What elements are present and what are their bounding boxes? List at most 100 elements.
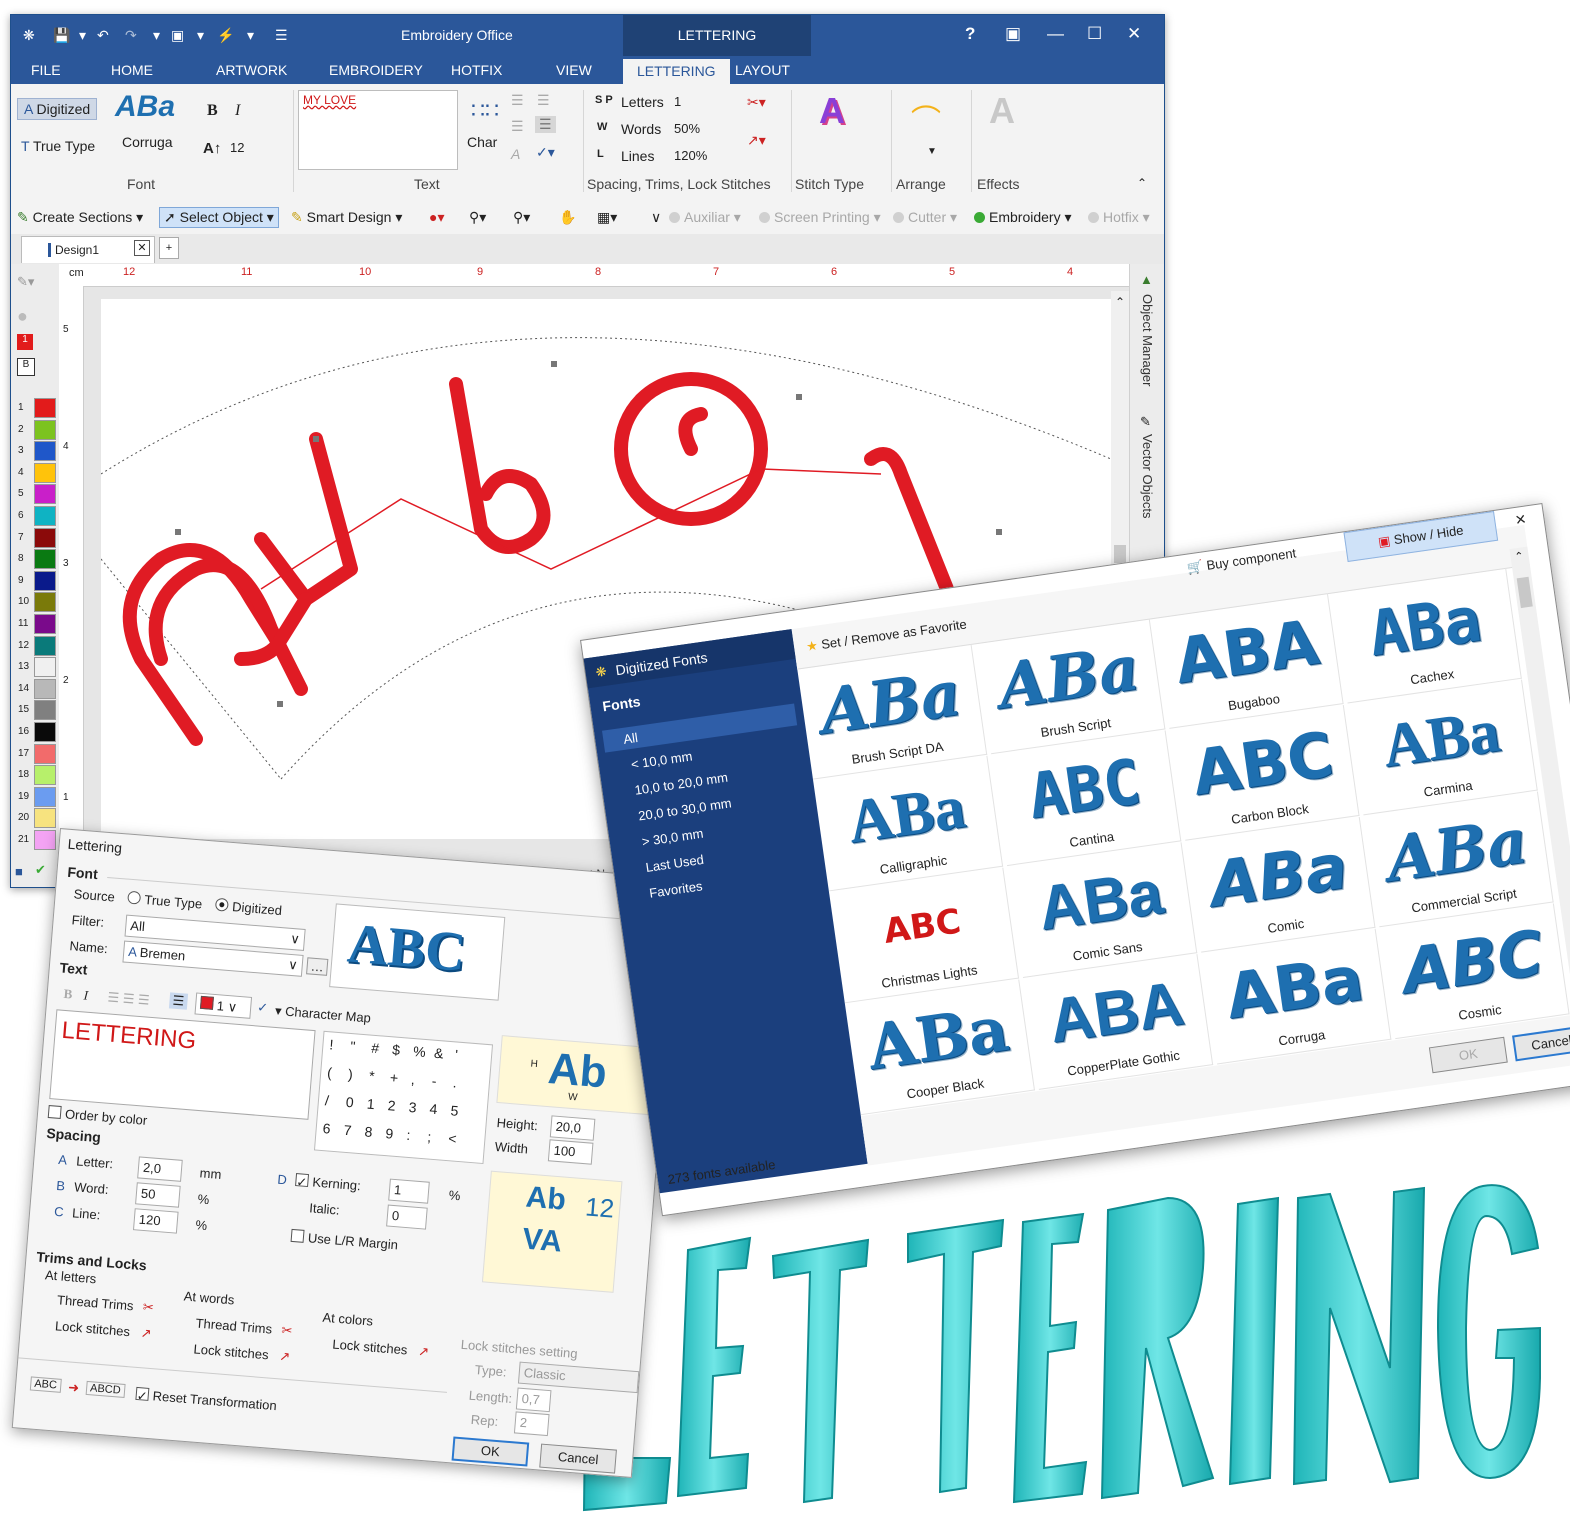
kerning-checkbox[interactable]: ✓ Kerning: — [295, 1173, 361, 1193]
charmap-char[interactable]: * — [368, 1068, 375, 1084]
charmap-char[interactable]: - — [431, 1073, 437, 1089]
char-map-icon[interactable]: ∷∷ — [471, 98, 499, 124]
dropdown-icon[interactable]: ▾ — [153, 27, 160, 44]
charmap-char[interactable]: / — [324, 1092, 329, 1108]
color-swatch[interactable] — [34, 808, 56, 829]
create-sections-button[interactable]: ✎ Create Sections ▾ — [17, 209, 143, 226]
dropdown-icon[interactable]: ▾ — [247, 27, 254, 44]
object-manager-tab[interactable]: Object Manager — [1140, 294, 1155, 387]
redo-icon[interactable]: ↷ — [125, 27, 137, 44]
charmap-char[interactable]: 2 — [387, 1097, 396, 1114]
vector-objects-tab[interactable]: Vector Objects — [1140, 434, 1155, 519]
scroll-thumb[interactable] — [1114, 545, 1126, 563]
truetype-radio[interactable]: True Type — [127, 890, 203, 912]
app-icon[interactable]: ❋ — [23, 27, 35, 44]
thread-color-select[interactable]: 1 ∨ — [194, 992, 253, 1019]
tab-embroidery[interactable]: EMBROIDERY — [329, 62, 423, 78]
font-category-item[interactable]: 10,0 to 20,0 mm — [634, 770, 729, 798]
letters-lock-icon[interactable]: ↗ — [140, 1325, 152, 1342]
tab-layout[interactable]: LAYOUT — [735, 62, 790, 78]
words-input[interactable]: 50% — [669, 118, 737, 140]
words-lock-icon[interactable]: ↗ — [279, 1348, 291, 1365]
italic-button[interactable]: I — [235, 102, 240, 120]
character-map[interactable]: ! " # $% & ' () * +, -. / 0 1 2 3 4 5 6 7 8 9:; < — [313, 1030, 494, 1165]
dropdown-icon[interactable]: ▾ — [197, 27, 204, 44]
active-color-1[interactable]: 1 — [17, 334, 33, 350]
charmap-char[interactable]: 3 — [408, 1099, 417, 1116]
color-swatch[interactable] — [34, 743, 56, 764]
customize-icon[interactable]: ☰ — [275, 27, 288, 44]
collapse-ribbon-icon[interactable]: ⌃ — [1137, 176, 1147, 190]
charmap-char[interactable]: 4 — [429, 1101, 438, 1118]
italic-angle-input[interactable]: 0 — [386, 1204, 428, 1230]
charmap-char[interactable]: % — [413, 1043, 427, 1060]
color-swatch[interactable] — [34, 462, 56, 483]
font-category-item[interactable]: Last Used — [645, 852, 705, 875]
tab-artwork[interactable]: ARTWORK — [216, 62, 287, 78]
align-right-icon[interactable]: ☰ — [537, 92, 550, 109]
lines-input[interactable]: 120% — [669, 145, 737, 167]
color-swatch[interactable] — [34, 419, 56, 440]
width-input[interactable]: 100 — [547, 1139, 594, 1165]
lock-rep-input[interactable]: 2 — [513, 1411, 550, 1437]
save-small-icon[interactable]: ■ — [15, 864, 23, 879]
letter-spacing-input[interactable]: 2,0 — [137, 1156, 183, 1182]
color-swatch[interactable] — [34, 830, 56, 850]
justify-button[interactable]: ☰ — [168, 992, 188, 1010]
word-spacing-input[interactable]: 50 — [135, 1182, 181, 1208]
font-category-item[interactable]: 20,0 to 30,0 mm — [637, 795, 732, 823]
embroidery-toggle[interactable]: Embroidery ▾ — [974, 209, 1072, 226]
charmap-char[interactable]: 5 — [450, 1102, 459, 1119]
charmap-char[interactable]: 9 — [385, 1125, 394, 1142]
font-category-item[interactable]: Favorites — [648, 878, 703, 900]
color-tool-icon[interactable]: ●▾ — [429, 209, 444, 226]
font-category-item[interactable]: > 30,0 mm — [641, 826, 704, 850]
help-button[interactable]: ? — [965, 24, 975, 44]
font-category-item[interactable]: All — [622, 730, 638, 747]
tab-file[interactable]: FILE — [31, 62, 61, 78]
stitch-type-icon[interactable]: A — [819, 90, 845, 132]
charmap-char[interactable]: & — [434, 1045, 445, 1062]
charmap-char[interactable]: . — [452, 1074, 457, 1090]
charmap-char[interactable]: $ — [392, 1041, 401, 1058]
background-color[interactable]: B — [17, 358, 35, 376]
pen-tool-icon[interactable]: ✎▾ — [17, 274, 34, 290]
charmap-char[interactable]: ( — [327, 1064, 333, 1080]
charmap-char[interactable]: ! — [329, 1036, 334, 1052]
pan-hand-icon[interactable]: ✋ — [559, 209, 576, 226]
color-swatch[interactable] — [34, 786, 56, 807]
hotfix-toggle[interactable]: Hotfix ▾ — [1088, 209, 1150, 226]
align-center-icon[interactable]: ☰ — [511, 118, 524, 135]
tab-home[interactable]: HOME — [111, 62, 153, 78]
lightning-icon[interactable]: ⚡ — [217, 27, 234, 44]
bold-button[interactable]: B — [207, 102, 218, 120]
tab-lettering[interactable]: LETTERING — [623, 59, 730, 85]
color-swatch[interactable] — [34, 592, 56, 613]
charmap-char[interactable]: 0 — [345, 1094, 354, 1111]
words-trims-icon[interactable]: ✂ — [281, 1322, 293, 1339]
color-swatch[interactable] — [34, 765, 56, 786]
charmap-char[interactable]: : — [406, 1127, 411, 1143]
charmap-char[interactable]: 7 — [343, 1122, 352, 1139]
minimize-icon[interactable]: — — [1047, 24, 1064, 44]
color-swatch[interactable] — [34, 678, 56, 699]
order-by-color-checkbox[interactable]: Order by color — [47, 1104, 148, 1128]
color-swatch[interactable] — [34, 722, 56, 742]
close-icon[interactable]: ✕ — [1127, 24, 1141, 44]
digitized-button[interactable]: A Digitized — [17, 98, 98, 120]
truetype-button[interactable]: T True Type — [21, 138, 95, 154]
spellcheck-icon[interactable]: ✓ — [257, 999, 269, 1016]
lettering-text-area[interactable]: LETTERING — [49, 1009, 316, 1120]
effects-icon[interactable]: A — [989, 90, 1015, 132]
charmap-char[interactable]: 1 — [366, 1096, 375, 1113]
charmap-char[interactable]: 8 — [364, 1123, 373, 1140]
kerning-input[interactable]: 1 — [388, 1178, 430, 1204]
spellcheck-icon[interactable]: ✓▾ — [536, 144, 555, 161]
document-tab[interactable]: Design1 ✕ — [21, 236, 155, 263]
save-icon[interactable]: 💾 — [53, 27, 70, 44]
dropdown-icon[interactable]: ▾ — [79, 27, 86, 44]
arrange-icon[interactable]: ⌒ — [911, 96, 941, 140]
text-input[interactable]: MY LOVE — [298, 90, 458, 170]
zoom-icon[interactable]: ⚲▾ — [469, 209, 486, 226]
justify-icon[interactable]: ☰ — [535, 116, 556, 133]
